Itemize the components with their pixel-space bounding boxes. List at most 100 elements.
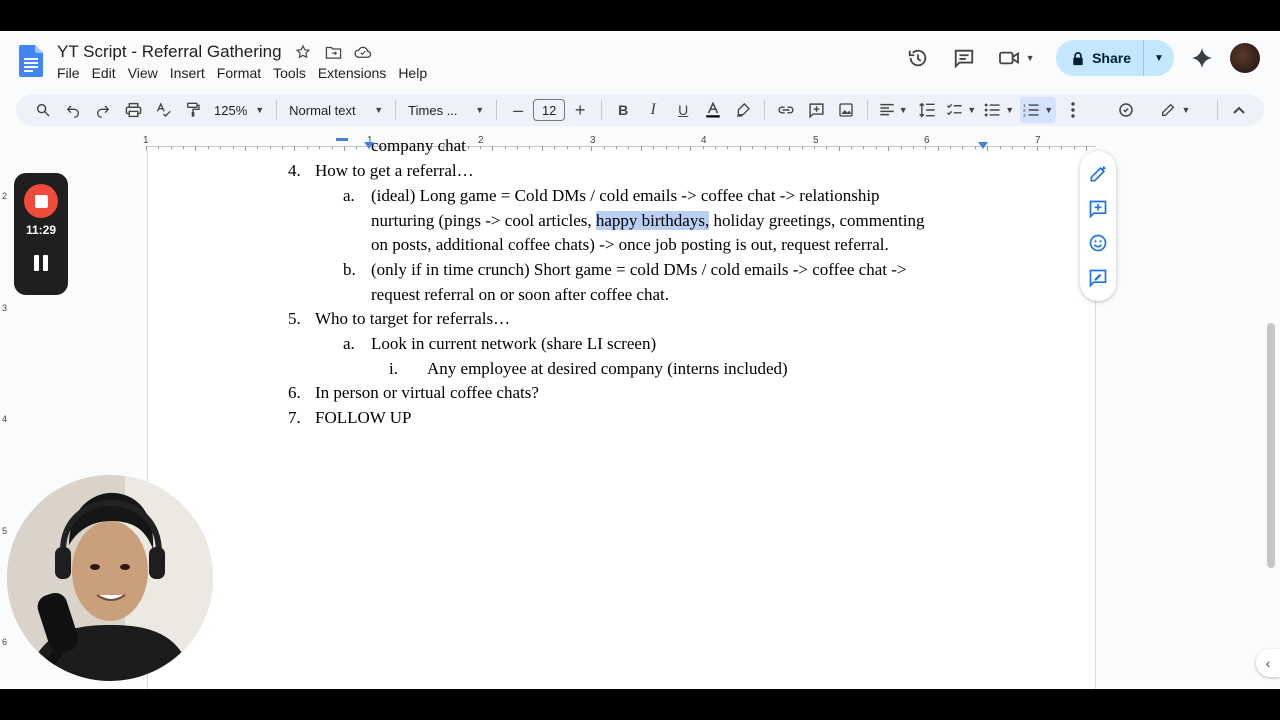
ruler-number: 4 [701, 135, 707, 146]
editing-mode-icon[interactable]: ▼ [1155, 97, 1195, 123]
ruler-tick [653, 146, 655, 149]
add-comment-icon[interactable] [803, 97, 829, 123]
ruler-tick [368, 146, 370, 149]
bold-icon[interactable]: B [610, 97, 636, 123]
selected-text[interactable]: happy birthdays, [595, 211, 710, 230]
emoji-reaction-icon[interactable] [1086, 231, 1110, 255]
move-folder-icon[interactable] [324, 43, 342, 61]
bulleted-list-icon[interactable]: ▼ [982, 97, 1016, 123]
menu-file[interactable]: File [57, 65, 86, 81]
ruler-tick [479, 146, 481, 149]
side-panel-toggle-icon[interactable]: ‹ [1256, 649, 1280, 677]
add-comment-icon[interactable] [1086, 197, 1110, 221]
ruler-tick [170, 146, 172, 149]
help-me-write-icon[interactable] [1086, 162, 1110, 186]
webcam-bubble [7, 475, 213, 681]
video-letterbox-top [0, 0, 1280, 31]
ruler-tick [925, 146, 927, 149]
menu-format[interactable]: Format [217, 65, 267, 81]
ruler-tick [504, 146, 506, 149]
ruler-tick [665, 146, 667, 149]
underline-icon[interactable]: U [670, 97, 696, 123]
ruler-tick [554, 146, 556, 149]
font-select[interactable]: Times ... ▼ [402, 97, 490, 123]
chevron-down-icon: ▼ [1025, 53, 1035, 63]
menu-help[interactable]: Help [398, 65, 433, 81]
ruler-tick [183, 146, 185, 149]
version-history-icon[interactable] [902, 42, 934, 74]
gemini-icon[interactable] [1188, 44, 1216, 72]
ruler-tick [616, 146, 618, 149]
ruler-number: 5 [813, 135, 819, 146]
vertical-scrollbar[interactable] [1267, 323, 1275, 568]
collapse-menus-icon[interactable] [1226, 97, 1252, 123]
ruler-tick [578, 146, 580, 149]
decrease-font-size-icon[interactable]: – [505, 97, 531, 123]
redo-icon[interactable] [90, 97, 116, 123]
style-value: Normal text [289, 102, 356, 118]
google-docs-window: YT Script - Referral Gathering File Edit… [0, 31, 1280, 689]
ruler-tick [257, 146, 259, 149]
list-number: 6. [288, 383, 301, 402]
document-page[interactable]: company chat 4. How to get a referral… a… [147, 136, 1096, 689]
vruler-number: 3 [2, 303, 8, 313]
pause-icon[interactable] [34, 255, 48, 271]
ruler-tick [900, 146, 902, 149]
list-item: In person or virtual coffee chats? [315, 383, 539, 402]
ruler-number: 1 [143, 135, 149, 146]
ruler-tick [764, 146, 766, 149]
insert-image-icon[interactable] [833, 97, 859, 123]
italic-icon[interactable]: I [640, 97, 666, 123]
ruler-tick [813, 146, 815, 149]
menu-insert[interactable]: Insert [170, 65, 211, 81]
suggest-edits-icon[interactable] [1086, 266, 1110, 290]
menu-edit[interactable]: Edit [92, 65, 122, 81]
increase-font-size-icon[interactable]: + [567, 97, 593, 123]
align-left-icon[interactable]: ▼ [876, 97, 910, 123]
text-color-icon[interactable] [700, 97, 726, 123]
paint-format-icon[interactable] [180, 97, 206, 123]
ai-assist-icon[interactable] [1113, 97, 1139, 123]
numbered-list-icon[interactable]: 1 2 3 ▼ [1020, 97, 1057, 123]
list-number: 4. [288, 161, 301, 180]
ruler-tick [158, 146, 160, 149]
ruler-tick [863, 146, 865, 149]
zoom-select[interactable]: 125% ▼ [208, 97, 270, 123]
share-button[interactable]: Share ▼ [1056, 40, 1174, 76]
toolbar-divider [276, 100, 278, 120]
insert-link-icon[interactable] [773, 97, 799, 123]
comments-icon[interactable] [948, 42, 980, 74]
share-dropdown-icon[interactable]: ▼ [1144, 53, 1174, 64]
document-title[interactable]: YT Script - Referral Gathering [57, 42, 282, 62]
meet-video-icon[interactable]: ▼ [994, 42, 1038, 74]
menu-tools[interactable]: Tools [273, 65, 312, 81]
first-line-indent-marker[interactable] [336, 138, 348, 141]
list-item: Any employee at desired company (interns… [427, 359, 788, 378]
star-icon[interactable] [294, 43, 312, 61]
list-number: 7. [288, 408, 301, 427]
highlight-color-icon[interactable] [730, 97, 756, 123]
font-size-input[interactable]: 12 [533, 99, 566, 121]
line-spacing-icon[interactable] [914, 97, 940, 123]
docs-logo-icon[interactable] [19, 45, 43, 77]
search-icon[interactable] [30, 97, 56, 123]
style-select[interactable]: Normal text ▼ [283, 97, 389, 123]
horizontal-ruler[interactable]: 1 1 2 3 4 5 6 7 [143, 133, 1096, 151]
menu-view[interactable]: View [128, 65, 164, 81]
toolbar-divider [764, 100, 766, 120]
print-icon[interactable] [120, 97, 146, 123]
stop-recording-button[interactable] [24, 184, 58, 218]
list-item: Look in current network (share LI screen… [371, 334, 657, 353]
cloud-saved-icon[interactable] [354, 43, 372, 61]
undo-icon[interactable] [60, 97, 86, 123]
spellcheck-icon[interactable] [150, 97, 176, 123]
presenter-video-image [7, 475, 213, 681]
menu-extensions[interactable]: Extensions [318, 65, 392, 81]
more-options-icon[interactable] [1060, 97, 1086, 123]
list-item: Who to target for referrals… [315, 309, 511, 328]
ruler-number: 6 [924, 135, 930, 146]
menu-bar: File Edit View Insert Format Tools Exten… [57, 65, 439, 81]
account-avatar[interactable] [1230, 43, 1260, 73]
ruler-tick [752, 146, 754, 149]
checklist-icon[interactable]: ▼ [944, 97, 978, 123]
